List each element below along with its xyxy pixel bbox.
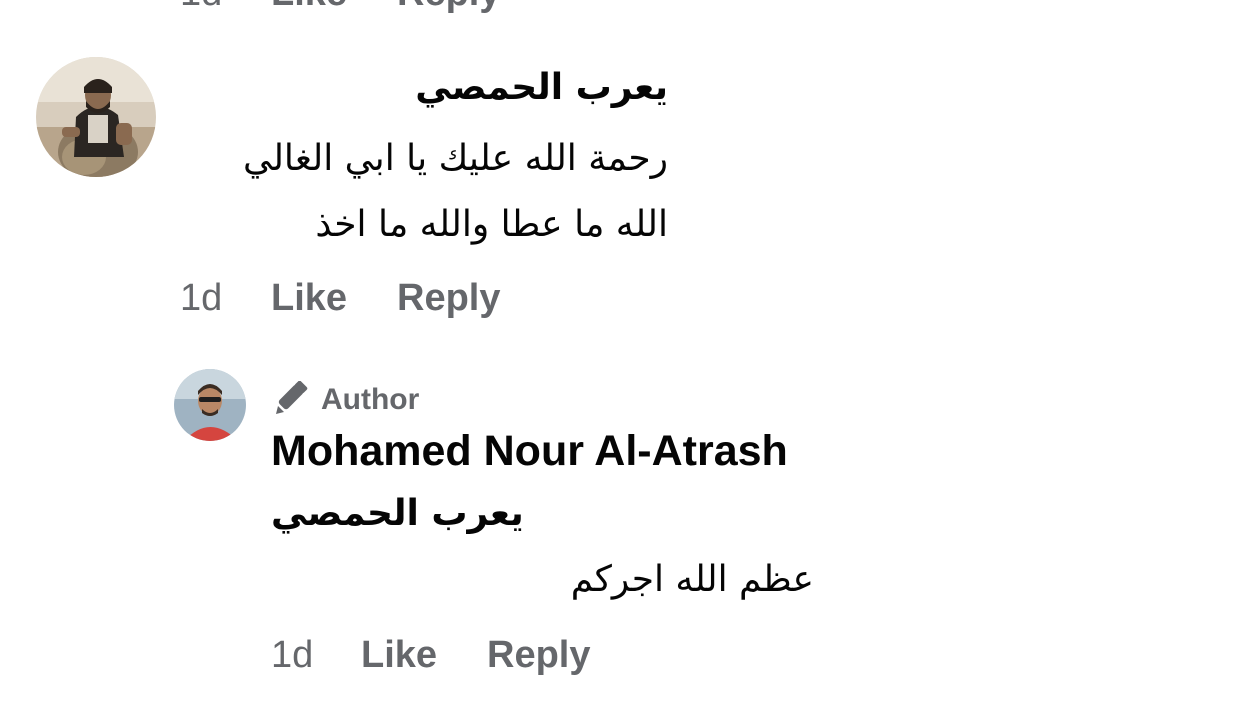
comment-timestamp: 1d	[180, 277, 223, 319]
reply-author-avatar[interactable]	[174, 369, 246, 441]
author-badge-label: Author	[321, 383, 420, 416]
comment-text: رحمة الله عليك يا ابي الغالي الله ما عطا…	[243, 126, 668, 258]
reply-button[interactable]: Reply	[487, 633, 590, 677]
reply-text: عظم الله اجركم	[570, 559, 814, 600]
commenter-name[interactable]: يعرب الحمصي	[415, 62, 668, 114]
comment-timestamp: 1d	[180, 0, 222, 15]
comment-line: الله ما عطا والله ما اخذ	[315, 204, 668, 245]
comment-actions: 1d Like Reply	[180, 276, 580, 320]
author-badge: Author	[271, 378, 419, 422]
reply-actions: 1d Like Reply	[271, 633, 671, 677]
like-button[interactable]: Like	[271, 276, 347, 320]
comment-line: رحمة الله عليك يا ابي الغالي	[242, 138, 668, 179]
reply-author-name[interactable]: Mohamed Nour Al-Atrash	[271, 424, 788, 478]
like-button[interactable]: Like	[271, 0, 347, 15]
pencil-icon	[276, 381, 308, 414]
like-button[interactable]: Like	[361, 633, 437, 677]
mention-link[interactable]: يعرب الحمصي	[271, 488, 524, 540]
reply-timestamp: 1d	[271, 634, 314, 676]
reply-button[interactable]: Reply	[397, 276, 500, 320]
commenter-avatar[interactable]	[36, 57, 156, 177]
reply-button[interactable]: Reply	[397, 0, 500, 15]
